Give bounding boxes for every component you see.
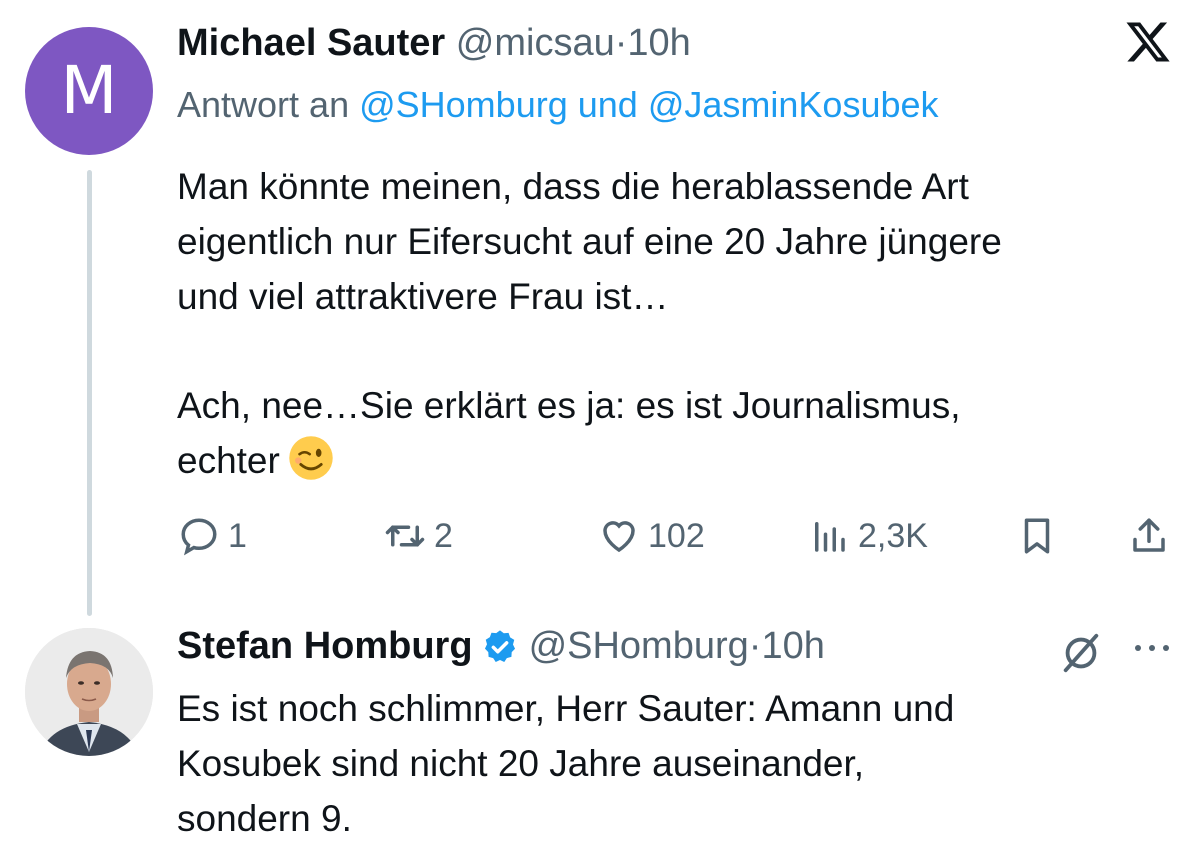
text-line: echter [177, 440, 280, 481]
text-line: Kosubek sind nicht 20 Jahre auseinander, [177, 743, 865, 784]
like-button[interactable]: 102 [598, 506, 705, 566]
verified-badge-icon [484, 629, 515, 662]
tweet2-text: Es ist noch schlimmer, Herr Sauter: Aman… [177, 681, 1177, 846]
x-logo-icon [1126, 22, 1170, 62]
repost-count: 2 [434, 516, 453, 555]
text-line-with-emoji: echter [177, 433, 1177, 488]
reply-prefix: Antwort an [177, 84, 350, 125]
profile-photo [25, 628, 153, 756]
text-line: eigentlich nur Eifersucht auf eine 20 Ja… [177, 221, 1002, 262]
bookmark-icon [1024, 518, 1050, 554]
text-line: und viel attraktivere Frau ist… [177, 276, 669, 317]
repost-button[interactable]: 2 [384, 506, 453, 566]
tweet2-header: Stefan Homburg @SHomburg · 10h [177, 625, 825, 668]
mention-jasminkosubek[interactable]: @JasminKosubek [648, 84, 939, 125]
mention-shomburg[interactable]: @SHomburg [359, 84, 568, 125]
reply-button[interactable]: 1 [178, 506, 247, 566]
views-icon [815, 522, 845, 552]
like-count: 102 [648, 516, 705, 555]
share-button[interactable] [1128, 506, 1170, 566]
heart-icon [603, 521, 635, 553]
separator: · [748, 625, 762, 667]
timestamp[interactable]: 10h [627, 22, 690, 64]
tweet1-header: Michael Sauter @micsau·10h [177, 22, 691, 65]
tweet1-text-paragraph1: Man könnte meinen, dass die herablassend… [177, 159, 1177, 324]
avatar[interactable]: M [25, 27, 153, 155]
reply-count: 1 [228, 516, 247, 555]
more-options-icon[interactable] [1130, 636, 1174, 660]
author-name[interactable]: Stefan Homburg [177, 625, 473, 668]
author-name[interactable]: Michael Sauter [177, 22, 445, 64]
tweet1-action-bar: 1 2 102 2,3K [0, 506, 1200, 566]
text-line: sondern 9. [177, 798, 352, 839]
avatar[interactable] [25, 628, 153, 756]
tweet1-text-paragraph2: Ach, nee…Sie erklärt es ja: es ist Journ… [177, 378, 1177, 488]
author-handle[interactable]: @SHomburg [529, 625, 749, 668]
text-line: Ach, nee…Sie erklärt es ja: es ist Journ… [177, 385, 961, 426]
avatar-letter: M [60, 52, 118, 129]
winking-face-icon [289, 436, 333, 480]
text-line: Es ist noch schlimmer, Herr Sauter: Aman… [177, 688, 955, 729]
reply-context: Antwort an @SHomburg und @JasminKosubek [177, 84, 939, 126]
reply-and: und [577, 84, 638, 125]
timestamp[interactable]: 10h [761, 625, 824, 668]
separator: · [614, 22, 628, 64]
share-icon [1133, 518, 1165, 552]
reply-icon [181, 518, 217, 556]
bookmark-button[interactable] [1016, 506, 1058, 566]
author-handle[interactable]: @micsau [456, 22, 615, 64]
repost-icon [385, 525, 425, 547]
views-button[interactable]: 2,3K [808, 506, 928, 566]
grok-icon[interactable] [1058, 630, 1104, 676]
text-line: Man könnte meinen, dass die herablassend… [177, 166, 969, 207]
view-count: 2,3K [858, 516, 928, 555]
